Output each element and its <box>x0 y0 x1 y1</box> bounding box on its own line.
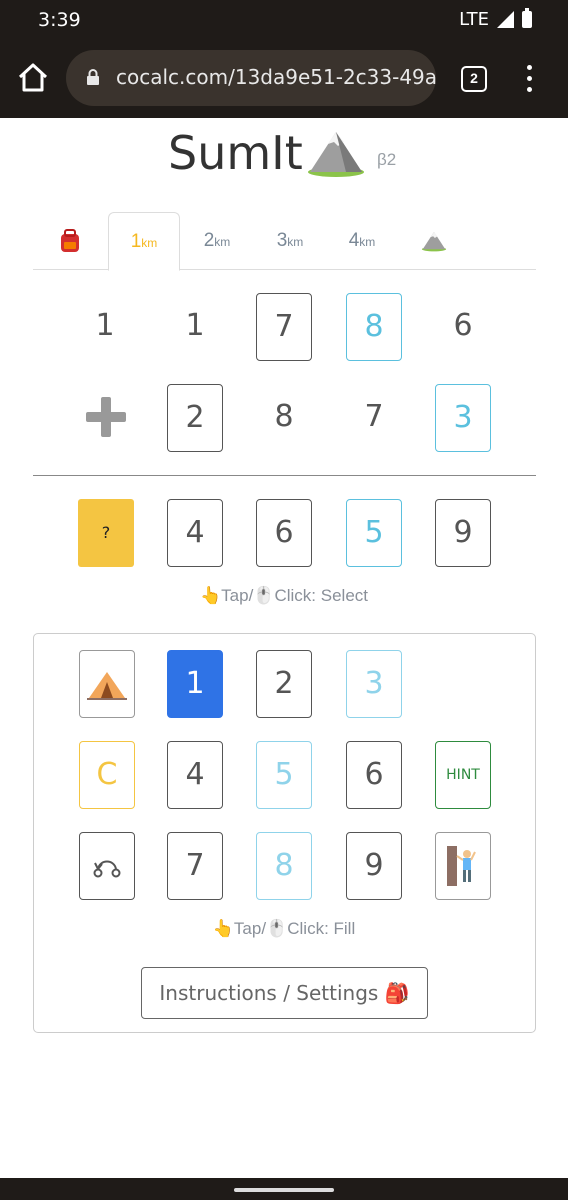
addend-cell[interactable]: 2 <box>167 384 223 452</box>
signal-icon <box>497 11 514 28</box>
url-bar[interactable]: cocalc.com/13da9e51-2c33-49a <box>66 50 436 106</box>
clear-button[interactable]: C <box>79 741 135 809</box>
overflow-menu-icon[interactable] <box>520 65 538 93</box>
result-cell[interactable]: 6 <box>256 499 312 567</box>
tab-2km[interactable]: 2km <box>188 212 246 270</box>
addend-digit: 7 <box>364 399 384 434</box>
result-cell[interactable]: 4 <box>167 499 223 567</box>
select-hint: 👆Tap/🖱️Click: Select <box>200 586 368 605</box>
tab-unit: km <box>287 235 304 249</box>
key-5[interactable]: 5 <box>256 741 312 809</box>
level-tabs: 1km 2km 3km 4km <box>33 212 536 271</box>
carry-cell-selected[interactable]: ? <box>78 499 134 567</box>
battery-icon <box>522 8 532 28</box>
key-8[interactable]: 8 <box>256 832 312 900</box>
result-cell[interactable]: 9 <box>435 499 491 567</box>
status-bar: 3:39 LTE <box>0 0 568 42</box>
tab-unit: km <box>359 235 376 249</box>
tab-backpack[interactable] <box>41 212 99 270</box>
tab-label: 2 <box>203 230 215 251</box>
tent-icon <box>87 672 127 700</box>
addend-cell-highlighted[interactable]: 8 <box>346 293 402 361</box>
status-time: 3:39 <box>38 9 81 31</box>
system-nav-bar <box>0 1178 568 1200</box>
hint-button[interactable]: HINT <box>435 741 491 809</box>
page-title: SumIt <box>168 126 303 180</box>
key-6[interactable]: 6 <box>346 741 402 809</box>
climber-icon <box>447 846 476 886</box>
key-2[interactable]: 2 <box>256 650 312 718</box>
undo-icon <box>93 860 121 878</box>
key-7[interactable]: 7 <box>167 832 223 900</box>
tab-switcher-button[interactable]: 2 <box>461 66 487 92</box>
key-4[interactable]: 4 <box>167 741 223 809</box>
key-3[interactable]: 3 <box>346 650 402 718</box>
tab-1km[interactable]: 1km <box>108 212 180 271</box>
tab-label: 3 <box>276 230 288 251</box>
url-text: cocalc.com/13da9e51-2c33-49a <box>116 65 436 89</box>
addend-digit: 1 <box>185 308 205 343</box>
key-9[interactable]: 9 <box>346 832 402 900</box>
tab-unit: km <box>141 236 158 250</box>
home-icon[interactable] <box>16 60 50 94</box>
home-gesture-handle[interactable] <box>234 1188 334 1192</box>
mountain-icon <box>308 132 364 177</box>
camp-button[interactable] <box>79 650 135 718</box>
mountain-icon <box>421 231 447 252</box>
climb-button[interactable] <box>435 832 491 900</box>
beta-label: β2 <box>377 150 397 169</box>
addend-digit: 6 <box>453 308 473 343</box>
instructions-settings-button[interactable]: Instructions / Settings 🎒 <box>141 967 428 1019</box>
fill-hint: 👆Tap/🖱️Click: Fill <box>212 919 356 938</box>
app-header: SumIt β2 <box>0 120 568 184</box>
undo-button[interactable] <box>79 832 135 900</box>
lock-icon <box>87 69 99 85</box>
addend-digit: 1 <box>95 308 115 343</box>
status-icons: LTE <box>459 8 532 30</box>
plus-icon <box>86 397 126 437</box>
tab-label: 1 <box>130 231 142 252</box>
addend-digit: 8 <box>274 399 294 434</box>
tab-summit[interactable] <box>405 212 463 270</box>
tab-4km[interactable]: 4km <box>333 212 391 270</box>
key-1-selected[interactable]: 1 <box>167 650 223 718</box>
tab-label: 4 <box>348 230 360 251</box>
addend-cell[interactable]: 7 <box>256 293 312 361</box>
tab-3km[interactable]: 3km <box>261 212 319 270</box>
sum-divider <box>33 475 536 476</box>
result-cell-highlighted[interactable]: 5 <box>346 499 402 567</box>
backpack-icon <box>61 228 79 252</box>
network-label: LTE <box>459 9 489 30</box>
tab-unit: km <box>214 235 231 249</box>
addend-cell-highlighted[interactable]: 3 <box>435 384 491 452</box>
browser-toolbar: cocalc.com/13da9e51-2c33-49a 2 <box>0 42 568 118</box>
